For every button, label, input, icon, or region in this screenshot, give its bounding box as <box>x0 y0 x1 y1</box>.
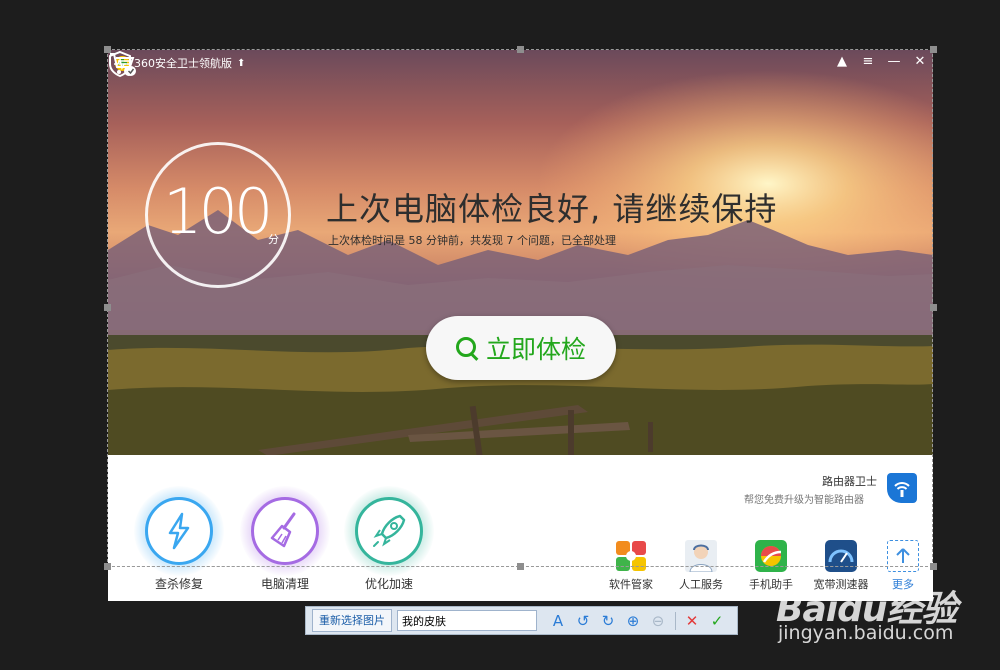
menu-icon[interactable]: ≡ <box>861 54 875 69</box>
check-now-label: 立即体检 <box>485 335 586 364</box>
resize-handle-top-right[interactable] <box>930 46 937 53</box>
app-window: 360安全卫士领航版 ⬆ ▲ ≡ — ✕ 100 分 上次电脑体检良好, 请继续… <box>108 50 933 601</box>
resize-handle-bottom-right[interactable] <box>930 563 937 570</box>
rotate-left-icon[interactable]: ↺ <box>574 612 592 630</box>
screenshot-toolbar: 重新选择图片 A ↺ ↻ ⊕ ⊖ ✕ ✓ <box>305 606 738 635</box>
resize-handle-bottom[interactable] <box>517 563 524 570</box>
phone-assistant-icon[interactable] <box>755 540 787 572</box>
software-manager-label: 软件管家 <box>609 578 653 591</box>
skin-icon[interactable]: ▲ <box>835 54 849 69</box>
broom-icon <box>270 512 296 548</box>
resize-handle-bottom-left[interactable] <box>104 563 111 570</box>
status-headline: 上次电脑体检良好, 请继续保持 <box>326 190 778 228</box>
reselect-image-button[interactable]: 重新选择图片 <box>312 609 392 632</box>
app-title: 360安全卫士领航版 <box>134 57 232 70</box>
router-wifi-icon[interactable] <box>887 473 917 503</box>
virus-scan-label: 查杀修复 <box>154 577 203 591</box>
rotate-right-icon[interactable]: ↻ <box>599 612 617 630</box>
search-icon <box>455 337 478 359</box>
resize-handle-left[interactable] <box>104 304 111 311</box>
upgrade-arrow-icon[interactable]: ⬆ <box>237 58 245 69</box>
more-icon[interactable] <box>887 540 919 572</box>
zoom-in-icon[interactable]: ⊕ <box>624 612 642 630</box>
pc-cleanup-button[interactable] <box>240 486 330 576</box>
minimize-button[interactable]: — <box>887 54 901 69</box>
router-guard-subtitle[interactable]: 帮您免费升级为智能路由器 <box>744 491 864 506</box>
lightning-icon <box>168 512 190 550</box>
cancel-icon[interactable]: ✕ <box>683 612 701 630</box>
speed-test-icon[interactable] <box>825 540 857 572</box>
rocket-icon <box>373 514 406 547</box>
score-unit: 分 <box>268 233 279 246</box>
software-manager-icon[interactable] <box>615 540 647 572</box>
window-controls: ▲ ≡ — ✕ <box>835 54 927 69</box>
customer-service-icon[interactable] <box>685 540 717 573</box>
title-bar: 360安全卫士领航版 ⬆ ▲ ≡ — ✕ <box>108 50 933 76</box>
watermark-url: jingyan.baidu.com <box>778 622 954 644</box>
speedup-button[interactable] <box>344 486 434 576</box>
status-detail: 上次体检时间是 58 分钟前，共发现 7 个问题，已全部处理 <box>328 234 616 247</box>
close-button[interactable]: ✕ <box>913 54 927 69</box>
pc-cleanup-label: 电脑清理 <box>260 577 309 591</box>
router-guard-title[interactable]: 路由器卫士 <box>822 473 877 489</box>
confirm-icon[interactable]: ✓ <box>708 612 726 630</box>
banner: 360安全卫士领航版 ⬆ ▲ ≡ — ✕ 100 分 上次电脑体检良好, 请继续… <box>108 50 933 455</box>
cart-icon[interactable] <box>108 50 138 78</box>
virus-scan-button[interactable] <box>134 486 224 576</box>
customer-service-label: 人工服务 <box>679 578 723 591</box>
text-tool-icon[interactable]: A <box>549 612 567 630</box>
check-now-button[interactable]: 立即体检 <box>426 316 616 380</box>
skin-name-input[interactable] <box>397 610 537 631</box>
resize-handle-right[interactable] <box>930 304 937 311</box>
speedup-label: 优化加速 <box>364 577 413 591</box>
score-ring: 100 分 <box>145 142 291 288</box>
resize-handle-top[interactable] <box>517 46 524 53</box>
score-value: 100 <box>163 175 273 248</box>
resize-handle-top-left[interactable] <box>104 46 111 53</box>
toolbar-separator <box>675 611 676 630</box>
zoom-out-icon[interactable]: ⊖ <box>649 612 667 630</box>
